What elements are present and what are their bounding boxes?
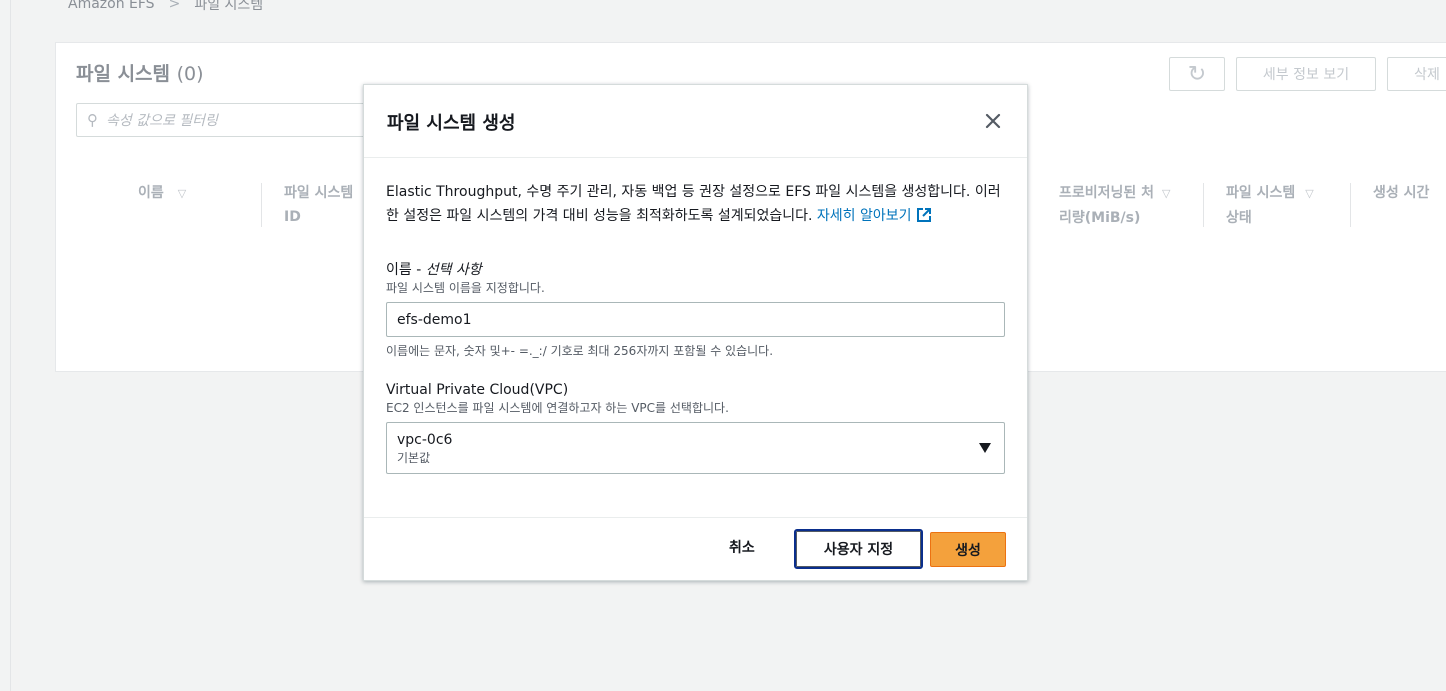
vpc-field-label: Virtual Private Cloud(VPC): [386, 382, 569, 398]
panel-title: 파일 시스템 (0): [76, 59, 204, 86]
column-divider: [1203, 183, 1204, 227]
column-header-file-system-state[interactable]: 파일 시스템 ▽ 상태: [1226, 181, 1314, 230]
filter-placeholder: 속성 값으로 필터링: [106, 113, 218, 129]
dialog-description: Elastic Throughput, 수명 주기 관리, 자동 백업 등 권장…: [386, 180, 1011, 231]
column-divider: [261, 183, 262, 227]
column-label-sub: 상태: [1226, 210, 1252, 226]
learn-more-link[interactable]: 자세히 알아보기: [817, 208, 932, 224]
breadcrumb-current: 파일 시스템: [194, 0, 264, 13]
panel-title-text: 파일 시스템: [76, 63, 171, 85]
close-icon: [985, 113, 1001, 129]
name-field-label: 이름 - 선택 사항: [386, 261, 1005, 279]
create-file-system-dialog: 파일 시스템 생성 Elastic Throughput, 수명 주기 관리, …: [363, 84, 1028, 581]
column-header-file-system-id[interactable]: 파일 시스템 ID: [284, 181, 353, 229]
vpc-field-description: EC2 인스턴스를 파일 시스템에 연결하고자 하는 VPC를 선택합니다.: [386, 401, 729, 415]
cancel-button[interactable]: 취소: [729, 537, 755, 557]
sort-triangle-icon: ▽: [177, 187, 187, 200]
dialog-body: Elastic Throughput, 수명 주기 관리, 자동 백업 등 권장…: [364, 158, 1027, 474]
name-label-text: 이름 -: [386, 262, 426, 278]
optional-tag: 선택 사항: [425, 262, 482, 278]
panel-count: (0): [176, 63, 204, 85]
name-field: 이름 - 선택 사항 파일 시스템 이름을 지정합니다. 이름에는 문자, 숫자…: [386, 261, 1005, 359]
column-label: 파일 시스템: [284, 185, 354, 201]
column-label: 파일 시스템: [1226, 185, 1296, 201]
vpc-selected-value: vpc-0c6: [397, 432, 453, 448]
view-details-button[interactable]: 세부 정보 보기: [1236, 57, 1376, 91]
dialog-header: 파일 시스템 생성: [364, 85, 1027, 158]
sort-triangle-icon: ▽: [1305, 187, 1314, 200]
left-rail: [10, 0, 11, 691]
external-link-icon: [916, 207, 932, 231]
refresh-button[interactable]: ↻: [1169, 57, 1225, 91]
breadcrumb-separator-icon: >: [168, 0, 181, 12]
vpc-selected-sub: 기본값: [397, 451, 431, 465]
column-label-sub: ID: [284, 209, 301, 225]
vpc-field: Virtual Private Cloud(VPC) EC2 인스턴스를 파일 …: [386, 381, 1005, 474]
column-label: 이름: [138, 185, 164, 201]
column-label: 프로비저닝된 처: [1059, 185, 1155, 201]
column-header-name[interactable]: 이름 ▽: [138, 181, 186, 206]
customize-button[interactable]: 사용자 지정: [794, 529, 923, 569]
learn-more-text: 자세히 알아보기: [816, 208, 912, 224]
refresh-icon: ↻: [1187, 61, 1207, 87]
breadcrumb: Amazon EFS > 파일 시스템: [68, 0, 263, 14]
column-header-provisioned-throughput[interactable]: 프로비저닝된 처 ▽ 리량(MiB/s): [1059, 181, 1171, 230]
dialog-footer: 취소 사용자 지정 생성: [364, 517, 1027, 580]
name-field-description: 파일 시스템 이름을 지정합니다.: [386, 281, 545, 295]
dialog-title: 파일 시스템 생성: [387, 113, 516, 134]
name-field-constraint: 이름에는 문자, 숫자 및+- =._:/ 기호로 최대 256자까지 포함될 …: [386, 344, 774, 358]
delete-button[interactable]: 삭제: [1387, 57, 1446, 91]
close-button[interactable]: [979, 107, 1007, 135]
create-button[interactable]: 생성: [930, 532, 1006, 567]
sort-triangle-icon: ▽: [1162, 187, 1171, 200]
column-label-sub: 리량(MiB/s): [1059, 210, 1141, 226]
vpc-select[interactable]: vpc-0c6 기본값: [386, 422, 1005, 474]
column-label: 생성 시간: [1373, 185, 1430, 201]
column-header-creation-time[interactable]: 생성 시간: [1373, 181, 1429, 205]
column-divider: [1350, 183, 1351, 227]
breadcrumb-root[interactable]: Amazon EFS: [68, 0, 155, 12]
search-icon: ⚲: [87, 111, 98, 129]
caret-down-icon: [979, 443, 991, 453]
name-input[interactable]: [386, 302, 1005, 337]
filter-input[interactable]: ⚲ 속성 값으로 필터링: [76, 103, 376, 137]
